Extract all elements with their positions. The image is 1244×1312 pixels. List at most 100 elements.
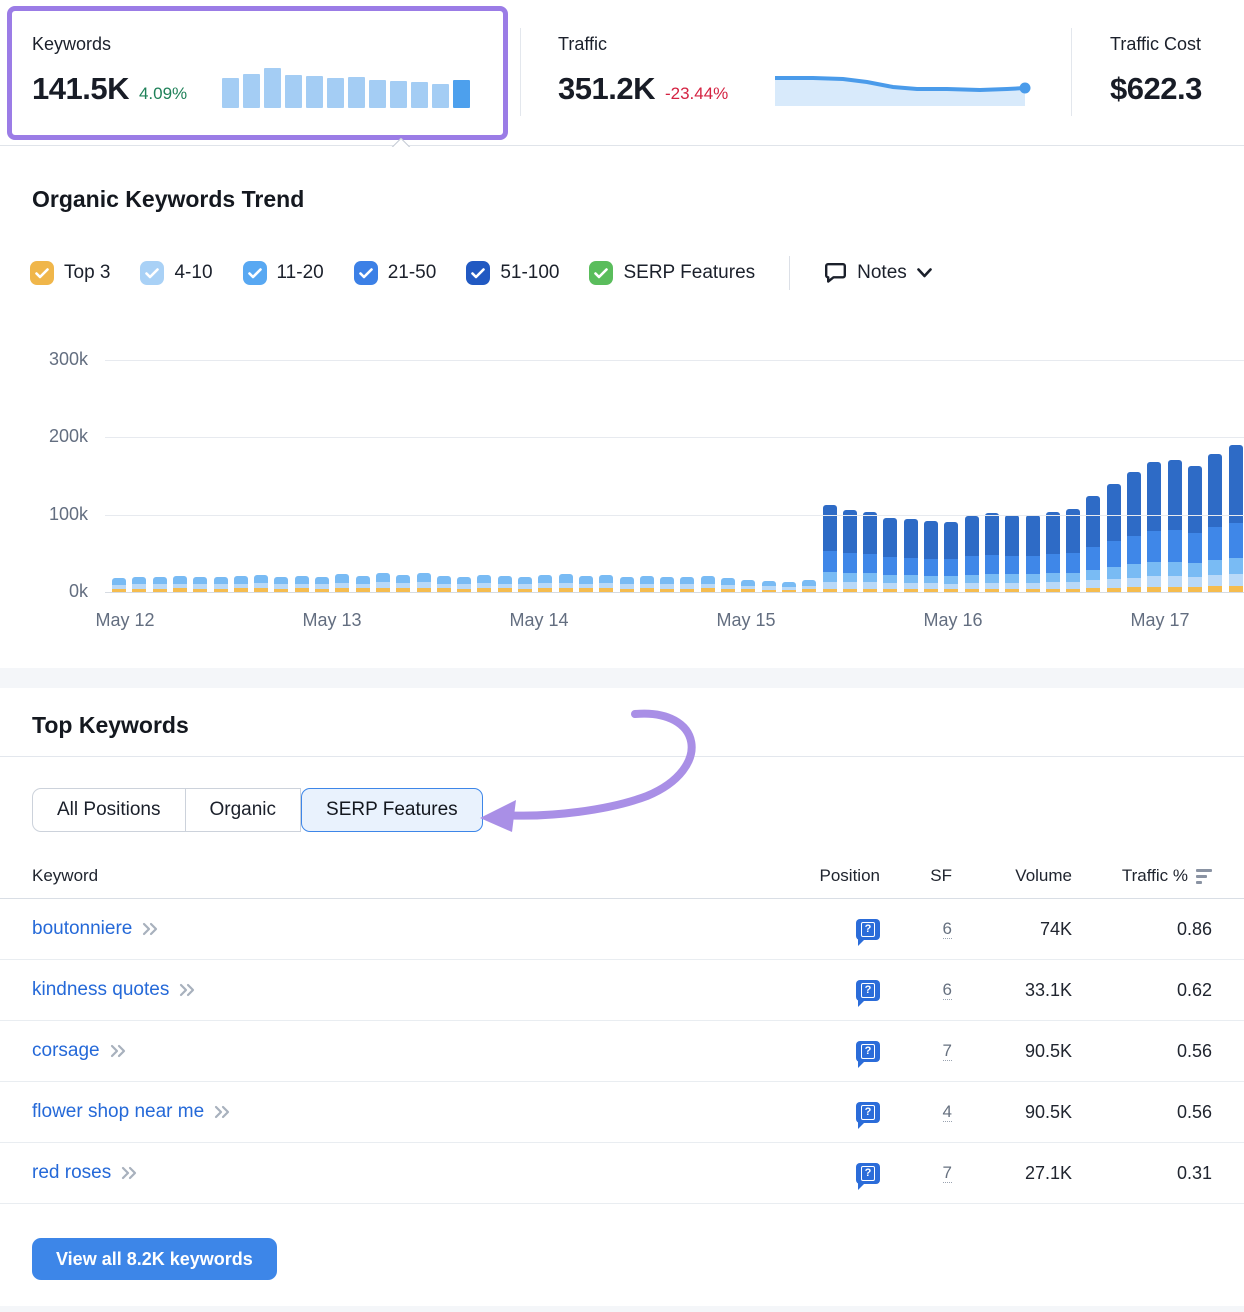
trend-bar[interactable]	[579, 576, 593, 592]
traffic-value: 351.2K	[558, 71, 655, 107]
serp-feature-position-icon[interactable]: ?	[856, 980, 880, 1001]
trend-bar[interactable]	[1127, 472, 1141, 592]
trend-bar[interactable]	[254, 575, 268, 592]
col-position[interactable]: Position	[772, 866, 892, 886]
trend-bar[interactable]	[1066, 509, 1080, 592]
trend-bar[interactable]	[660, 577, 674, 592]
trend-bar[interactable]	[153, 577, 167, 592]
trend-bar[interactable]	[356, 576, 370, 592]
volume-value: 74K	[962, 919, 1072, 940]
keyword-link[interactable]: boutonniere	[32, 918, 132, 940]
trend-bar[interactable]	[1147, 462, 1161, 592]
table-row: kindness quotes?633.1K0.62	[0, 960, 1244, 1021]
trend-bar[interactable]	[437, 576, 451, 592]
serp-feature-position-icon[interactable]: ?	[856, 919, 880, 940]
sf-count[interactable]: 6	[943, 980, 952, 1000]
trend-bar[interactable]	[538, 575, 552, 592]
keyword-link[interactable]: red roses	[32, 1162, 111, 1184]
keyword-link[interactable]: kindness quotes	[32, 979, 169, 1001]
legend-checkbox-11-20[interactable]: 11-20	[243, 261, 324, 285]
trend-bar[interactable]	[214, 577, 228, 592]
open-keyword-icon[interactable]	[214, 1105, 232, 1119]
open-keyword-icon[interactable]	[121, 1166, 139, 1180]
trend-bar[interactable]	[1168, 460, 1182, 592]
trend-bar[interactable]	[863, 512, 877, 592]
trend-bar[interactable]	[680, 577, 694, 592]
trend-bar[interactable]	[944, 522, 958, 592]
trend-bar[interactable]	[1188, 466, 1202, 592]
spark-bar	[453, 80, 470, 108]
trend-bar[interactable]	[295, 576, 309, 592]
trend-bar[interactable]	[193, 577, 207, 592]
table-row: red roses?727.1K0.31	[0, 1143, 1244, 1204]
legend-checkbox-4-10[interactable]: 4-10	[140, 261, 212, 285]
sf-count[interactable]: 6	[943, 919, 952, 939]
legend-checkbox-21-50[interactable]: 21-50	[354, 261, 437, 285]
traffic-cost-metric[interactable]: Traffic Cost $622.3	[1110, 34, 1244, 107]
trend-bar[interactable]	[965, 516, 979, 592]
view-all-keywords-button[interactable]: View all 8.2K keywords	[32, 1238, 277, 1280]
trend-bar[interactable]	[132, 577, 146, 592]
trend-bar[interactable]	[1026, 515, 1040, 592]
trend-bar[interactable]	[782, 582, 796, 592]
open-keyword-icon[interactable]	[110, 1044, 128, 1058]
sf-count[interactable]: 7	[943, 1041, 952, 1061]
tab-serp-features[interactable]: SERP Features	[301, 788, 483, 832]
col-keyword[interactable]: Keyword	[32, 866, 772, 886]
trend-bar[interactable]	[234, 576, 248, 592]
serp-feature-position-icon[interactable]: ?	[856, 1163, 880, 1184]
serp-feature-position-icon[interactable]: ?	[856, 1041, 880, 1062]
trend-bar[interactable]	[518, 577, 532, 592]
trend-bar[interactable]	[457, 577, 471, 592]
trend-bar[interactable]	[498, 576, 512, 592]
trend-bar[interactable]	[477, 575, 491, 592]
trend-bar[interactable]	[112, 578, 126, 592]
trend-bar[interactable]	[985, 513, 999, 592]
sf-count[interactable]: 4	[943, 1102, 952, 1122]
serp-feature-position-icon[interactable]: ?	[856, 1102, 880, 1123]
trend-bar[interactable]	[335, 574, 349, 592]
trend-bar[interactable]	[1229, 445, 1243, 592]
trend-bar[interactable]	[823, 505, 837, 592]
keyword-link[interactable]: corsage	[32, 1040, 100, 1062]
trend-bar[interactable]	[1208, 454, 1222, 592]
trend-bar[interactable]	[599, 575, 613, 592]
trend-bar[interactable]	[640, 576, 654, 592]
legend-checkbox-51-100[interactable]: 51-100	[466, 261, 559, 285]
trend-bar[interactable]	[1086, 496, 1100, 592]
trend-bar[interactable]	[924, 521, 938, 592]
col-sf[interactable]: SF	[892, 866, 962, 886]
trend-bar[interactable]	[173, 576, 187, 592]
trend-bar[interactable]	[762, 581, 776, 592]
trend-bar[interactable]	[802, 580, 816, 592]
trend-bar[interactable]	[843, 510, 857, 592]
trend-bar[interactable]	[1046, 512, 1060, 592]
notes-dropdown[interactable]: Notes	[824, 262, 932, 284]
trend-bar[interactable]	[274, 577, 288, 592]
trend-bar[interactable]	[1005, 515, 1019, 592]
trend-bar[interactable]	[904, 519, 918, 592]
trend-bar[interactable]	[721, 578, 735, 592]
open-keyword-icon[interactable]	[179, 983, 197, 997]
tab-all-positions[interactable]: All Positions	[32, 788, 186, 832]
trend-bar[interactable]	[396, 575, 410, 592]
trend-bar[interactable]	[417, 573, 431, 592]
trend-bar[interactable]	[741, 580, 755, 592]
keyword-link[interactable]: flower shop near me	[32, 1101, 204, 1123]
sf-count[interactable]: 7	[943, 1163, 952, 1183]
col-traffic[interactable]: Traffic %	[1072, 866, 1212, 886]
trend-bar[interactable]	[315, 577, 329, 592]
trend-bar[interactable]	[701, 576, 715, 592]
legend-checkbox-serp-features[interactable]: SERP Features	[589, 261, 755, 285]
trend-bar[interactable]	[1107, 484, 1121, 592]
open-keyword-icon[interactable]	[142, 922, 160, 936]
trend-bar[interactable]	[376, 573, 390, 592]
legend-checkbox-top-3[interactable]: Top 3	[30, 261, 110, 285]
trend-bar[interactable]	[559, 574, 573, 592]
keywords-metric[interactable]: Keywords 141.5K 4.09%	[32, 34, 187, 107]
trend-bar[interactable]	[620, 577, 634, 592]
col-volume[interactable]: Volume	[962, 866, 1072, 886]
trend-bar[interactable]	[883, 518, 897, 592]
traffic-metric[interactable]: Traffic 351.2K -23.44%	[558, 34, 728, 107]
tab-organic[interactable]: Organic	[186, 788, 302, 832]
